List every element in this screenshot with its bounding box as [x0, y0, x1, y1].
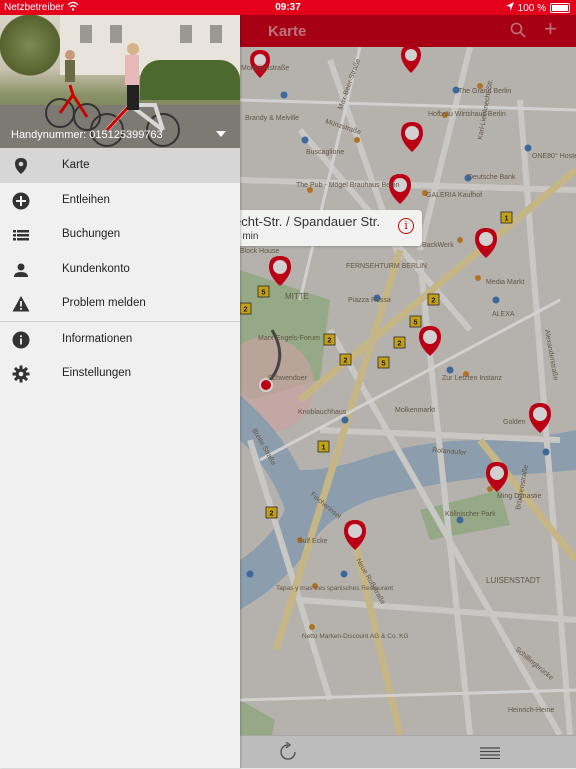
- drawer-header: Handynummer: 015125399763: [0, 15, 240, 148]
- list-icon: [12, 226, 30, 244]
- phone-number: Handynummer: 015125399763: [11, 129, 163, 141]
- menu-item-karte[interactable]: Karte: [0, 148, 240, 183]
- menu-item-entleihen[interactable]: Entleihen: [0, 183, 240, 218]
- status-bar: Netzbetreiber 09:37 100 %: [0, 0, 576, 15]
- menu-item-label: Karte: [62, 159, 90, 172]
- menu-item-kundenkonto[interactable]: Kundenkonto: [0, 252, 240, 287]
- menu-item-informationen[interactable]: Informationen: [0, 322, 240, 357]
- menu-item-problem-melden[interactable]: Problem melden: [0, 286, 240, 321]
- drawer-menu: Karte Entleihen Buchungen Kundenkonto Pr…: [0, 148, 240, 391]
- menu-item-einstellungen[interactable]: Einstellungen: [0, 356, 240, 391]
- menu-item-label: Informationen: [62, 332, 133, 345]
- location-arrow-icon: [505, 2, 514, 14]
- station-name: echt-Str. / Spandauer Str.: [234, 214, 380, 229]
- clock: 09:37: [275, 2, 301, 13]
- battery-icon: [550, 3, 570, 13]
- side-drawer: Handynummer: 015125399763 Karte Entleihe…: [0, 15, 240, 768]
- menu-item-label: Entleihen: [62, 193, 110, 206]
- chevron-down-icon[interactable]: [216, 131, 226, 137]
- station-callout[interactable]: echt-Str. / Spandauer Str. 5 min i: [230, 210, 422, 246]
- menu-item-label: Kundenkonto: [62, 262, 130, 275]
- menu-item-buchungen[interactable]: Buchungen: [0, 217, 240, 252]
- menu-item-label: Problem melden: [62, 297, 146, 310]
- warning-icon: [12, 295, 30, 313]
- person-icon: [12, 261, 30, 279]
- menu-item-label: Einstellungen: [62, 367, 132, 380]
- location-pin-icon: [12, 157, 30, 175]
- add-circle-icon: [12, 192, 30, 210]
- gear-icon: [12, 365, 30, 383]
- info-icon: [12, 331, 30, 349]
- battery-percent: 100 %: [517, 2, 546, 14]
- menu-item-label: Buchungen: [62, 228, 121, 241]
- info-icon[interactable]: i: [398, 218, 414, 234]
